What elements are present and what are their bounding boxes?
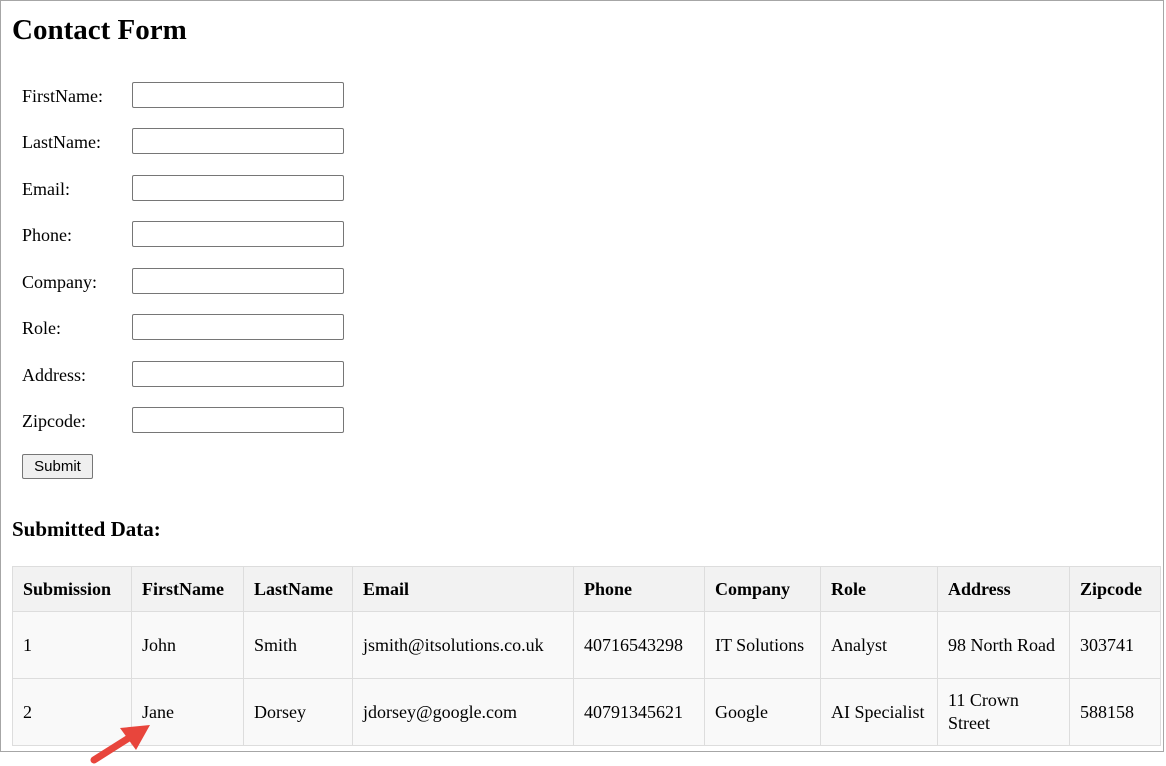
cell-firstname: Jane — [131, 678, 244, 746]
form-row-role: Role: — [22, 314, 362, 341]
lastname-input[interactable] — [132, 128, 344, 154]
cell-firstname: John — [131, 611, 244, 679]
header-zipcode: Zipcode — [1069, 566, 1161, 612]
email-input[interactable] — [132, 175, 344, 201]
browser-viewport: Contact Form FirstName: LastName: Email:… — [0, 0, 1164, 752]
cell-address: 98 North Road — [937, 611, 1070, 679]
cell-lastname: Smith — [243, 611, 353, 679]
phone-input[interactable] — [132, 221, 344, 247]
cell-submission: 2 — [12, 678, 132, 746]
form-row-email: Email: — [22, 175, 362, 202]
header-lastname: LastName — [243, 566, 353, 612]
company-input[interactable] — [132, 268, 344, 294]
firstname-label: FirstName: — [22, 86, 103, 106]
submitted-data-table: Submission FirstName LastName Email Phon… — [12, 566, 1161, 746]
table-row: 1 John Smith jsmith@itsolutions.co.uk 40… — [12, 611, 1161, 679]
role-input[interactable] — [132, 314, 344, 340]
cell-phone: 40716543298 — [573, 611, 705, 679]
address-label: Address: — [22, 365, 86, 385]
form-row-company: Company: — [22, 268, 362, 295]
cell-email: jdorsey@google.com — [352, 678, 574, 746]
table-row: 2 Jane Dorsey jdorsey@google.com 4079134… — [12, 678, 1161, 746]
header-role: Role — [820, 566, 938, 612]
cell-phone: 40791345621 — [573, 678, 705, 746]
cell-lastname: Dorsey — [243, 678, 353, 746]
zipcode-input[interactable] — [132, 407, 344, 433]
cell-address: 11 Crown Street — [937, 678, 1070, 746]
email-label: Email: — [22, 179, 70, 199]
form-row-zipcode: Zipcode: — [22, 407, 362, 434]
cell-role: AI Specialist — [820, 678, 938, 746]
cell-company: Google — [704, 678, 821, 746]
phone-label: Phone: — [22, 225, 73, 245]
header-address: Address — [937, 566, 1070, 612]
page-title: Contact Form — [12, 14, 187, 46]
form-row-address: Address: — [22, 361, 362, 388]
submit-button[interactable]: Submit — [22, 454, 93, 479]
form-row-lastname: LastName: — [22, 128, 362, 155]
zipcode-label: Zipcode: — [22, 411, 86, 431]
address-input[interactable] — [132, 361, 344, 387]
table-header-row: Submission FirstName LastName Email Phon… — [12, 566, 1161, 612]
lastname-label: LastName: — [22, 132, 101, 152]
form-row-phone: Phone: — [22, 221, 362, 248]
cell-submission: 1 — [12, 611, 132, 679]
header-company: Company — [704, 566, 821, 612]
role-label: Role: — [22, 318, 61, 338]
cell-role: Analyst — [820, 611, 938, 679]
firstname-input[interactable] — [132, 82, 344, 108]
header-email: Email — [352, 566, 574, 612]
cell-zipcode: 303741 — [1069, 611, 1161, 679]
cell-email: jsmith@itsolutions.co.uk — [352, 611, 574, 679]
company-label: Company: — [22, 272, 97, 292]
header-submission: Submission — [12, 566, 132, 612]
cell-zipcode: 588158 — [1069, 678, 1161, 746]
cell-company: IT Solutions — [704, 611, 821, 679]
header-firstname: FirstName — [131, 566, 244, 612]
submitted-data-heading: Submitted Data: — [12, 517, 161, 541]
header-phone: Phone — [573, 566, 705, 612]
form-row-firstname: FirstName: — [22, 82, 362, 109]
